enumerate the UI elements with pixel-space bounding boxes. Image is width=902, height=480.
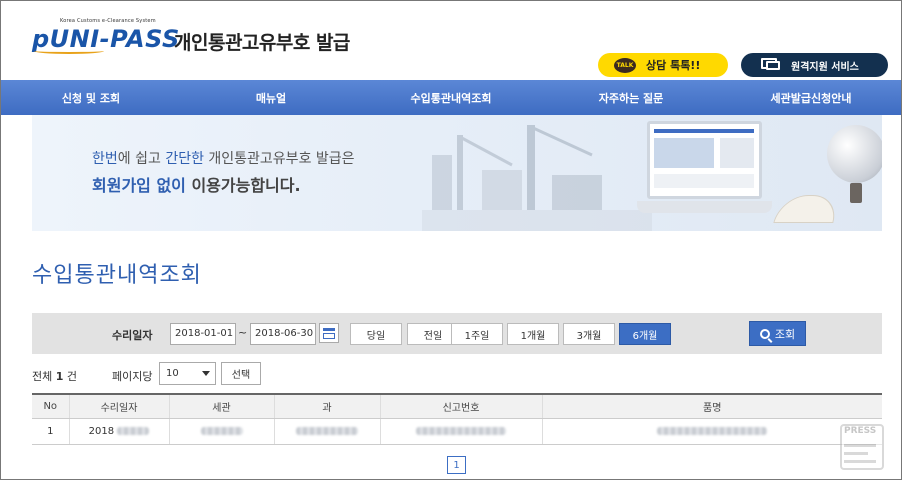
search-icon [759, 328, 770, 339]
total-count: 전체 1 건 [32, 370, 78, 383]
banner-line-1: 한번에 쉽고 간단한 개인통관고유부호 발급은 [92, 151, 355, 167]
header-customs: 세관 [168, 393, 274, 419]
header-report-no: 신고번호 [379, 393, 542, 419]
pagination-page-1[interactable]: 1 [447, 456, 466, 474]
page-title: 수입통관내역조회 [32, 263, 202, 288]
banner-line-2: 회원가입 없이 이용가능합니다. [92, 176, 301, 195]
main-nav: 신청 및 조회 매뉴얼 수입통관내역조회 자주하는 질문 세관발급신청안내 [1, 80, 901, 115]
header-division: 과 [273, 393, 380, 419]
port-illustration [422, 125, 652, 231]
period-1month-button[interactable]: 1개월 [507, 323, 559, 345]
talk-consult-label: 상담 톡톡!! [646, 59, 701, 72]
globe-illustration [827, 125, 882, 183]
select-button[interactable]: 선택 [221, 362, 261, 385]
laptop-illustration [637, 121, 772, 221]
search-bar: 수리일자 2018-01-01 ~ 2018-06-30 당일 전일 1주일 1… [32, 313, 882, 354]
nav-item-apply[interactable]: 신청 및 조회 [1, 80, 181, 115]
search-button-label: 조회 [774, 327, 796, 341]
table-row[interactable]: 1 2018 [32, 418, 882, 445]
site-title: 개인통관고유부호 발급 [174, 32, 350, 54]
date-separator: ~ [238, 326, 248, 339]
search-button[interactable]: 조회 [749, 321, 806, 346]
globe-stand [850, 183, 862, 203]
date-label: 수리일자 [112, 329, 153, 342]
kakao-talk-icon: TALK [614, 57, 636, 73]
header-date: 수리일자 [68, 393, 169, 419]
logo-subtitle: Korea Customs e-Clearance System [60, 18, 156, 24]
cell-item-name [541, 418, 882, 445]
period-3month-button[interactable]: 3개월 [563, 323, 615, 345]
cell-no: 1 [32, 418, 69, 445]
cell-customs [168, 418, 274, 445]
calendar-icon[interactable] [319, 323, 339, 343]
press-icon[interactable]: PRESS [836, 422, 892, 472]
nav-item-faq[interactable]: 자주하는 질문 [541, 80, 721, 115]
period-6month-button[interactable]: 6개월 [619, 323, 671, 345]
remote-support-button[interactable]: 원격지원 서비스 [741, 53, 888, 77]
results-table: No 수리일자 세관 과 신고번호 품명 1 2018 [32, 393, 882, 445]
cell-division [273, 418, 380, 445]
redacted-text [117, 426, 150, 435]
redacted-text [657, 426, 768, 435]
redacted-text [200, 426, 243, 435]
table-header-row: No 수리일자 세관 과 신고번호 품명 [32, 393, 882, 419]
book-illustration [773, 195, 841, 223]
cell-report-no [379, 418, 542, 445]
chevron-down-icon [202, 371, 210, 376]
per-page-label: 페이지당 [112, 370, 153, 383]
nav-item-customs-guide[interactable]: 세관발급신청안내 [721, 80, 901, 115]
talk-consult-button[interactable]: TALK 상담 톡톡!! [598, 53, 728, 77]
end-date-input[interactable]: 2018-06-30 [250, 323, 316, 345]
redacted-text [416, 426, 506, 435]
hero-banner: 한번에 쉽고 간단한 개인통관고유부호 발급은 회원가입 없이 이용가능합니다. [32, 115, 882, 231]
header-item-name: 품명 [541, 393, 882, 419]
monitor-icon [761, 58, 781, 72]
period-1week-button[interactable]: 1주일 [451, 323, 503, 345]
per-page-value: 10 [166, 368, 179, 379]
cell-date: 2018 [68, 418, 169, 445]
nav-item-manual[interactable]: 매뉴얼 [181, 80, 361, 115]
redacted-text [296, 426, 358, 435]
remote-support-label: 원격지원 서비스 [791, 61, 859, 73]
logo-swoosh [34, 48, 104, 54]
header-no: No [32, 393, 69, 419]
nav-item-import-history[interactable]: 수입통관내역조회 [361, 80, 541, 115]
unipass-logo[interactable]: Korea Customs e-Clearance System pUNI-PA… [32, 18, 179, 58]
period-today-button[interactable]: 당일 [350, 323, 402, 345]
start-date-input[interactable]: 2018-01-01 [170, 323, 236, 345]
per-page-select[interactable]: 10 [159, 362, 216, 385]
